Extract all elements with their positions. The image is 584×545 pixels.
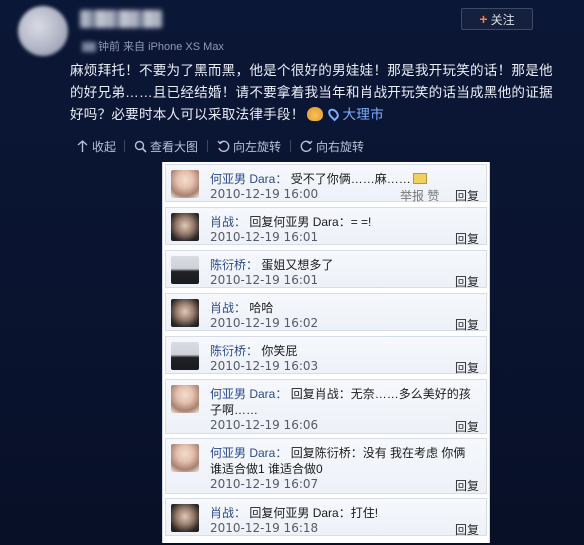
comment-author: 何亚男 Dara： [210,446,288,460]
comment-actions: 举报 赞 [400,189,440,203]
comment-timestamp: 2010-12-19 16:01 [210,273,319,287]
redacted-time-prefix [82,42,96,53]
comment-line: 肖战： 回复何亚男 Dara：打住! [210,504,378,521]
comment-author: 何亚男 Dara： [210,387,288,401]
comment-author: 肖战： [210,215,247,229]
reply-button: 回复 [454,189,479,203]
reply-button: 回复 [454,420,479,434]
comment-row: 陈衍桥： 蛋姐又想多了 2010-12-19 16:01 回复 [165,250,487,289]
rotate-left-button[interactable]: 向左旋转 [217,138,281,155]
comment-line: 何亚男 Dara： 受不了你俩……麻…… [210,170,427,187]
comment-author: 何亚男 Dara： [210,172,288,186]
comment-row: 陈衍桥： 你笑屁 2010-12-19 16:03 回复 [165,336,487,375]
comment-text: 受不了你俩……麻…… [290,172,411,186]
comment-timestamp: 2010-12-19 16:00 [210,187,319,201]
collapse-icon [77,140,88,152]
comment-text-continued: 谁适合做1 谁适合做0 [210,462,323,476]
comment-timestamp: 2010-12-19 16:06 [210,418,319,432]
toolbar-divider [124,140,125,152]
rotate-left-icon [217,140,230,153]
post-text-line-1: 麻烦拜托！不要为了黑而黑，他是个很好的男娃娃！那是我开玩笑的话！那是他 [70,63,553,78]
comment-row: 何亚男 Dara： 受不了你俩……麻…… 2010-12-19 16:00 举报… [165,164,487,203]
location-link[interactable]: 大理市 [325,106,384,122]
comment-line: 陈衍桥： 蛋姐又想多了 [210,256,333,273]
reply-button: 回复 [454,232,479,246]
comment-row: 肖战： 哈哈 2010-12-19 16:02 回复 [165,293,487,332]
reply-button: 回复 [454,523,479,537]
comment-author: 肖战： [210,301,247,315]
avatar [171,385,199,413]
comment-text: 蛋姐又想多了 [261,258,334,272]
collapse-button[interactable]: 收起 [76,138,116,155]
rotate-right-button[interactable]: 向右旋转 [300,138,364,155]
comment-line: 陈衍桥： 你笑屁 [210,342,297,359]
comment-author: 肖战： [210,506,247,520]
comment-text: 你笑屁 [261,344,298,358]
comment-text-continued: 子啊…… [210,403,259,417]
collapse-label: 收起 [92,140,117,154]
toolbar-divider [290,140,291,152]
comment-timestamp: 2010-12-19 16:02 [210,316,319,330]
reply-button: 回复 [454,479,479,493]
comment-timestamp: 2010-12-19 16:18 [210,521,319,535]
author-name-redacted[interactable] [80,10,162,28]
avatar [171,342,199,370]
avatar [171,299,199,327]
pray-emoji-icon [306,107,323,121]
post-body: 麻烦拜托！不要为了黑而黑，他是个很好的男娃娃！那是我开玩笑的话！那是他 的好兄弟… [70,60,570,126]
comment-row: 肖战： 回复何亚男 Dara：= =! 2010-12-19 16:01 回复 [165,207,487,246]
follow-label: 关注 [490,12,515,27]
avatar [171,444,199,472]
avatar [171,213,199,241]
avatar [171,170,199,198]
reply-button: 回复 [454,361,479,375]
avatar [171,504,199,532]
comment-text: 回复陈衍桥：没有 我在考虑 你俩 [290,446,466,460]
comment-timestamp: 2010-12-19 16:07 [210,477,319,491]
reply-button: 回复 [454,318,479,332]
toolbar-divider [207,140,208,152]
comment-text: 回复肖战：无奈……多么美好的孩 [290,387,471,401]
author-avatar[interactable] [18,6,68,56]
magnifier-icon [134,140,147,153]
comment-row: 何亚男 Dara： 回复陈衍桥：没有 我在考虑 你俩 谁适合做1 谁适合做0 2… [165,438,487,494]
comment-timestamp: 2010-12-19 16:03 [210,359,319,373]
post-text-line-3-text: 好吗？必要时本人可以采取法律手段！ [70,107,305,122]
reply-button: 回复 [454,275,479,289]
view-large-button[interactable]: 查看大图 [134,138,198,155]
rotate-right-label: 向右旋转 [316,140,365,154]
comment-screenshot-image[interactable]: 何亚男 Dara： 受不了你俩……麻…… 2010-12-19 16:00 举报… [162,162,490,543]
follow-button[interactable]: + 关注 [461,8,533,30]
comment-text: 哈哈 [249,301,274,315]
avatar [171,256,199,284]
comment-line: 何亚男 Dara： 回复陈衍桥：没有 我在考虑 你俩 [210,444,465,461]
location-pin-icon [325,106,341,122]
post-meta: 钟前 来自 iPhone XS Max [82,38,224,54]
comment-line: 肖战： 回复何亚男 Dara：= =! [210,213,371,230]
rotate-left-label: 向左旋转 [233,140,282,154]
comment-line: 肖战： 哈哈 [210,299,273,316]
view-large-label: 查看大图 [150,140,199,154]
comment-row: 何亚男 Dara： 回复肖战：无奈……多么美好的孩 子啊…… 2010-12-1… [165,379,487,434]
post-text-line-3: 好吗？必要时本人可以采取法律手段！ 大理市 [70,104,570,126]
rotate-right-icon [300,140,313,153]
post-time-source: 钟前 来自 iPhone XS Max [98,41,224,53]
comment-text: 回复何亚男 Dara：打住! [249,506,379,520]
post-text-line-2: 的好兄弟……且已经结婚！请不要拿着我当年和肖战开玩笑的话当成黑他的证据 [70,85,553,100]
post-header: 钟前 来自 iPhone XS Max + 关注 [0,0,584,60]
comment-timestamp: 2010-12-19 16:01 [210,230,319,244]
emoji-icon [412,173,427,184]
location-label: 大理市 [342,107,384,122]
comment-row: 肖战： 回复何亚男 Dara：打住! 2010-12-19 16:18 回复 [165,498,487,537]
image-toolbar: 收起 查看大图 向左旋转 向右旋转 [0,130,584,160]
comment-author: 陈衍桥： [210,344,259,358]
plus-icon: + [479,11,488,27]
comment-text: 回复何亚男 Dara：= =! [249,215,372,229]
comment-line: 何亚男 Dara： 回复肖战：无奈……多么美好的孩 [210,385,471,402]
comment-author: 陈衍桥： [210,258,259,272]
